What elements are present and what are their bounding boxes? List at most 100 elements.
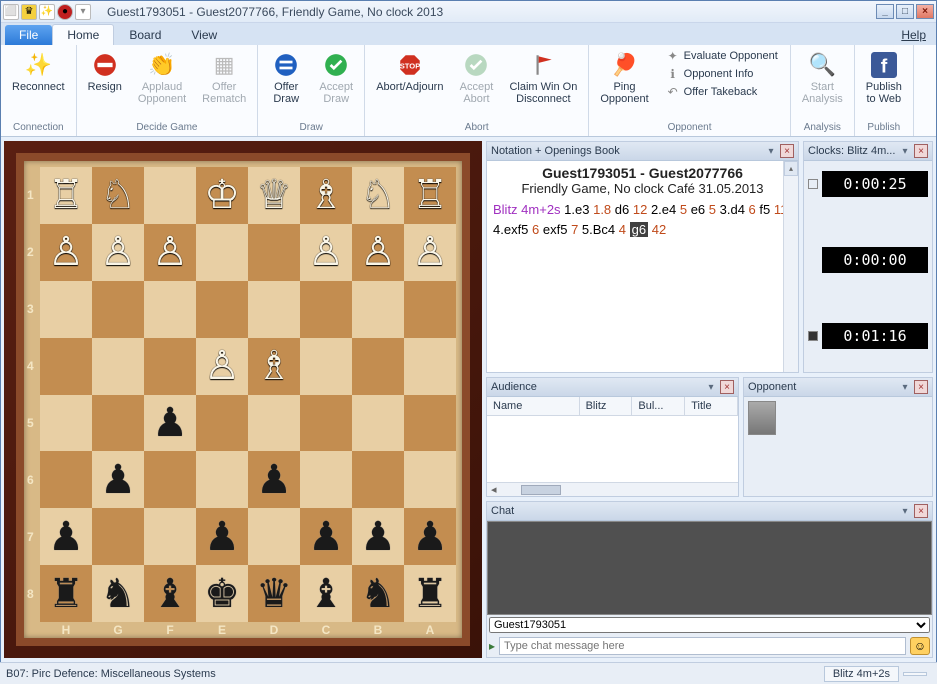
panel-dropdown-icon[interactable]: ▾ — [898, 144, 912, 158]
square-E1[interactable]: ♔ — [196, 167, 248, 224]
applaud-button[interactable]: 👏 Applaud Opponent — [131, 47, 193, 109]
opponent-info-button[interactable]: ℹOpponent Info — [662, 65, 782, 83]
square-F8[interactable]: ♝ — [144, 565, 196, 622]
panel-dropdown-icon[interactable]: ▾ — [764, 144, 778, 158]
square-A6[interactable] — [404, 451, 456, 508]
square-B1[interactable]: ♘ — [352, 167, 404, 224]
accept-draw-button[interactable]: Accept Draw — [312, 47, 360, 109]
square-F4[interactable] — [144, 338, 196, 395]
square-A8[interactable]: ♜ — [404, 565, 456, 622]
square-E2[interactable] — [196, 224, 248, 281]
home-tab[interactable]: Home — [52, 24, 114, 45]
square-E6[interactable] — [196, 451, 248, 508]
panel-close-icon[interactable]: × — [914, 380, 928, 394]
square-A7[interactable]: ♟ — [404, 508, 456, 565]
square-D6[interactable]: ♟ — [248, 451, 300, 508]
help-link[interactable]: Help — [891, 25, 936, 45]
board-tab[interactable]: Board — [114, 24, 176, 45]
square-C6[interactable] — [300, 451, 352, 508]
square-B2[interactable]: ♙ — [352, 224, 404, 281]
square-D2[interactable] — [248, 224, 300, 281]
minimize-button[interactable]: _ — [876, 4, 894, 19]
square-H5[interactable] — [40, 395, 92, 452]
panel-close-icon[interactable]: × — [914, 504, 928, 518]
maximize-button[interactable]: □ — [896, 4, 914, 19]
square-B5[interactable] — [352, 395, 404, 452]
square-E5[interactable] — [196, 395, 248, 452]
abort-adjourn-button[interactable]: STOP Abort/Adjourn — [369, 47, 450, 97]
square-F2[interactable]: ♙ — [144, 224, 196, 281]
ping-opponent-button[interactable]: 🏓 Ping Opponent — [593, 47, 655, 109]
square-H2[interactable]: ♙ — [40, 224, 92, 281]
clock-checkbox-bottom[interactable] — [808, 331, 818, 341]
file-tab[interactable]: File — [5, 25, 52, 45]
offer-takeback-button[interactable]: ↶Offer Takeback — [662, 83, 782, 101]
square-B6[interactable] — [352, 451, 404, 508]
square-G1[interactable]: ♘ — [92, 167, 144, 224]
square-H7[interactable]: ♟ — [40, 508, 92, 565]
square-B7[interactable]: ♟ — [352, 508, 404, 565]
clock-checkbox-top[interactable] — [808, 179, 818, 189]
evaluate-opponent-button[interactable]: ✦Evaluate Opponent — [662, 47, 782, 65]
chat-target-select[interactable]: Guest1793051 — [489, 617, 930, 633]
square-G6[interactable]: ♟ — [92, 451, 144, 508]
square-G7[interactable] — [92, 508, 144, 565]
audience-table-header[interactable]: Name Blitz Bul... Title — [487, 397, 738, 416]
offer-draw-button[interactable]: Offer Draw — [262, 47, 310, 109]
square-E4[interactable]: ♙ — [196, 338, 248, 395]
panel-dropdown-icon[interactable]: ▾ — [898, 380, 912, 394]
reconnect-button[interactable]: ✨ Reconnect — [5, 47, 72, 97]
square-H1[interactable]: ♖ — [40, 167, 92, 224]
panel-dropdown-icon[interactable]: ▾ — [898, 504, 912, 518]
square-B4[interactable] — [352, 338, 404, 395]
panel-close-icon[interactable]: × — [720, 380, 734, 394]
square-D8[interactable]: ♛ — [248, 565, 300, 622]
square-F3[interactable] — [144, 281, 196, 338]
square-A4[interactable] — [404, 338, 456, 395]
square-G3[interactable] — [92, 281, 144, 338]
square-G2[interactable]: ♙ — [92, 224, 144, 281]
square-H8[interactable]: ♜ — [40, 565, 92, 622]
square-C3[interactable] — [300, 281, 352, 338]
square-E8[interactable]: ♚ — [196, 565, 248, 622]
square-C7[interactable]: ♟ — [300, 508, 352, 565]
chessboard[interactable]: ♖♘♔♕♗♘♖♙♙♙♙♙♙♙♗♟♟♟♟♟♟♟♟♜♞♝♚♛♝♞♜ — [40, 167, 456, 622]
square-D5[interactable] — [248, 395, 300, 452]
square-D3[interactable] — [248, 281, 300, 338]
audience-hscrollbar[interactable]: ◂ — [487, 482, 738, 496]
panel-dropdown-icon[interactable]: ▾ — [704, 380, 718, 394]
square-A2[interactable]: ♙ — [404, 224, 456, 281]
square-F6[interactable] — [144, 451, 196, 508]
square-A1[interactable]: ♖ — [404, 167, 456, 224]
accept-abort-button[interactable]: Accept Abort — [452, 47, 500, 109]
panel-close-icon[interactable]: × — [914, 144, 928, 158]
square-D7[interactable] — [248, 508, 300, 565]
start-analysis-button[interactable]: 🔍 Start Analysis — [795, 47, 850, 109]
publish-web-button[interactable]: f Publish to Web — [859, 47, 909, 109]
move-list[interactable]: Blitz 4m+2s 1.e3 1.8 d6 12 2.e4 5 e6 5 3… — [493, 200, 792, 239]
emoji-button[interactable]: ☺ — [910, 637, 930, 655]
square-A5[interactable] — [404, 395, 456, 452]
panel-close-icon[interactable]: × — [780, 144, 794, 158]
square-B3[interactable] — [352, 281, 404, 338]
square-D1[interactable]: ♕ — [248, 167, 300, 224]
square-C5[interactable] — [300, 395, 352, 452]
notation-scrollbar[interactable]: ▴ — [783, 161, 798, 372]
resign-button[interactable]: Resign — [81, 47, 129, 97]
square-E3[interactable] — [196, 281, 248, 338]
square-F7[interactable] — [144, 508, 196, 565]
square-B8[interactable]: ♞ — [352, 565, 404, 622]
square-A3[interactable] — [404, 281, 456, 338]
square-F1[interactable] — [144, 167, 196, 224]
square-E7[interactable]: ♟ — [196, 508, 248, 565]
square-H6[interactable] — [40, 451, 92, 508]
square-H3[interactable] — [40, 281, 92, 338]
square-C8[interactable]: ♝ — [300, 565, 352, 622]
close-button[interactable]: × — [916, 4, 934, 19]
claim-win-button[interactable]: Claim Win On Disconnect — [502, 47, 584, 109]
square-C4[interactable] — [300, 338, 352, 395]
square-G4[interactable] — [92, 338, 144, 395]
square-C2[interactable]: ♙ — [300, 224, 352, 281]
square-G5[interactable] — [92, 395, 144, 452]
square-H4[interactable] — [40, 338, 92, 395]
